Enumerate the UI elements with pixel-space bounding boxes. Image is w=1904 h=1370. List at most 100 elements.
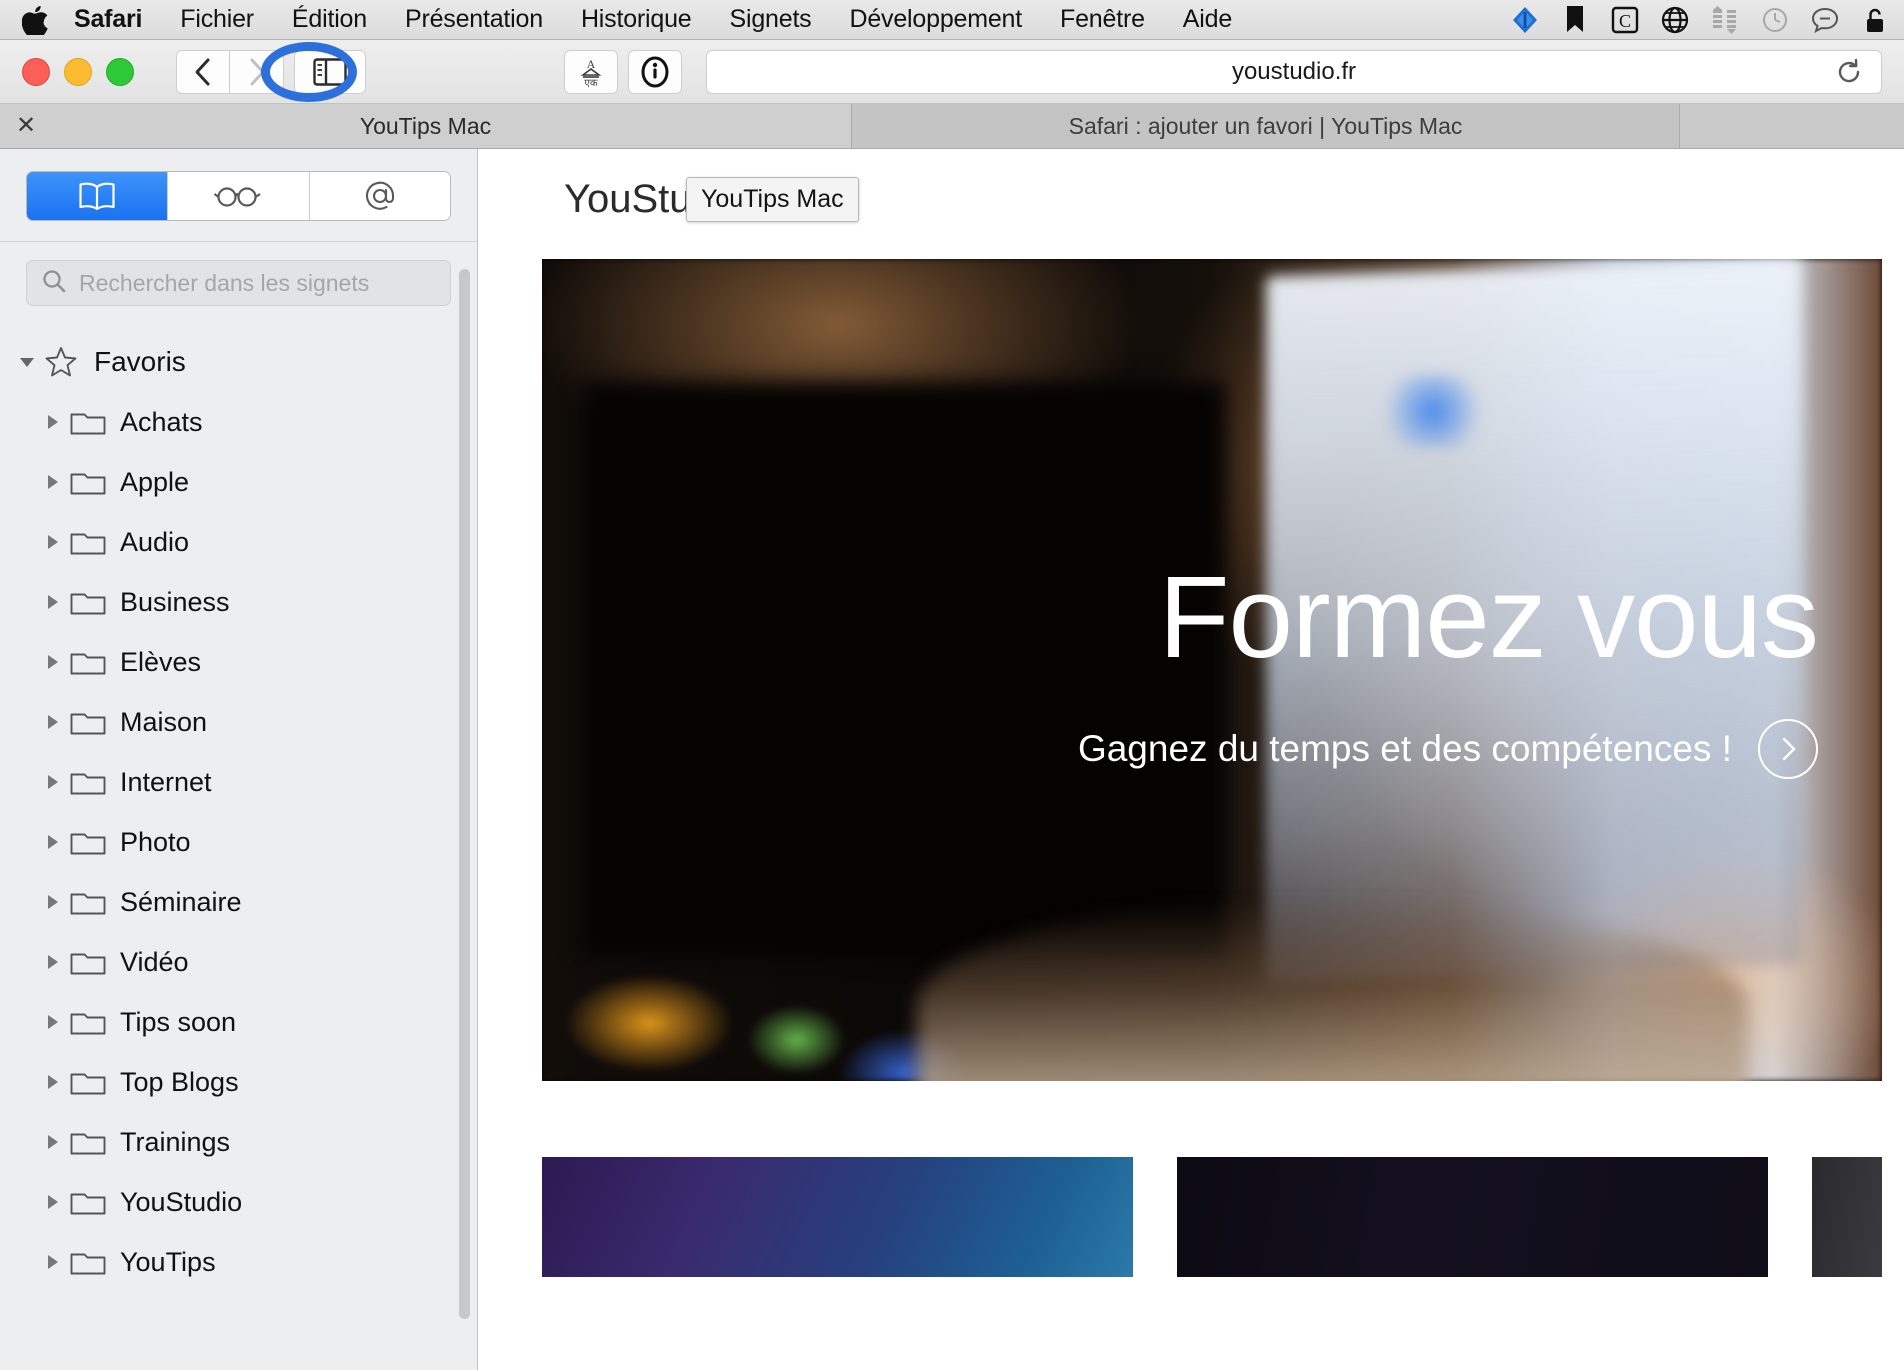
sidebar-scrollbar[interactable] (459, 269, 470, 1319)
dropbox-icon[interactable] (1510, 5, 1540, 35)
window-controls (22, 57, 134, 86)
tree-row-seminaire[interactable]: Séminaire (0, 872, 477, 932)
forward-button[interactable] (230, 49, 284, 94)
zoom-window-button[interactable] (106, 57, 134, 86)
tree-row-internet[interactable]: Internet (0, 752, 477, 812)
tree-label: Maison (120, 706, 208, 737)
card-dark[interactable] (1177, 1157, 1768, 1277)
tree-row-youstudio[interactable]: YouStudio (0, 1172, 477, 1232)
folder-icon (70, 828, 112, 856)
chevron-right-icon[interactable] (40, 1073, 66, 1091)
tree-row-favoris[interactable]: Favoris (0, 332, 477, 392)
tree-row-audio[interactable]: Audio (0, 512, 477, 572)
tree-label: Business (120, 586, 230, 617)
bookmarks-tab[interactable] (27, 172, 169, 220)
transfer-icon[interactable] (1710, 5, 1740, 35)
tree-label: Top Blogs (120, 1066, 239, 1097)
folder-icon (70, 768, 112, 796)
shared-links-tab[interactable] (309, 172, 450, 220)
chevron-right-icon[interactable] (40, 773, 66, 791)
tree-label: Apple (120, 466, 190, 497)
clock-history-icon[interactable] (1760, 5, 1790, 35)
sidebar-toggle-button[interactable] (294, 49, 366, 94)
tree-row-top-blogs[interactable]: Top Blogs (0, 1052, 477, 1112)
menu-item-aide[interactable]: Aide (1183, 5, 1232, 34)
reader-privacy-icon[interactable] (628, 49, 682, 94)
chevron-right-icon[interactable] (40, 473, 66, 491)
chevron-right-icon[interactable] (40, 1013, 66, 1031)
sidebar-segmented-control-wrapper (0, 149, 477, 242)
chevron-right-icon[interactable] (40, 893, 66, 911)
folder-icon (70, 948, 112, 976)
search-input[interactable]: Rechercher dans les signets (26, 260, 451, 306)
menu-item-historique[interactable]: Historique (581, 5, 692, 34)
sidebar-segmented-control (26, 171, 451, 221)
close-window-button[interactable] (22, 57, 50, 86)
site-header: YouStudio F YouTips Mac (478, 149, 1904, 249)
chevron-right-icon[interactable] (40, 653, 66, 671)
hero-screen-blue-glow (1372, 374, 1494, 449)
chevron-right-icon[interactable] (40, 953, 66, 971)
menu-item-fichier[interactable]: Fichier (180, 5, 254, 34)
tree-label: Vidéo (120, 946, 189, 977)
tree-label: YouStudio (120, 1186, 243, 1217)
apple-logo-icon[interactable] (22, 5, 48, 35)
tab-safari-ajouter-un-favori[interactable]: Safari : ajouter un favori | YouTips Mac (852, 104, 1680, 148)
menu-item-signets[interactable]: Signets (730, 5, 812, 34)
chevron-right-icon[interactable] (40, 833, 66, 851)
toolbar-extras: A एक (564, 49, 692, 94)
tree-row-eleves[interactable]: Elèves (0, 632, 477, 692)
reading-list-tab[interactable] (168, 172, 310, 220)
lock-open-icon[interactable] (1860, 5, 1890, 35)
chevron-right-icon[interactable] (40, 533, 66, 551)
close-icon[interactable]: ✕ (16, 114, 36, 138)
menu-item-presentation[interactable]: Présentation (405, 5, 543, 34)
navigation-buttons (176, 49, 284, 94)
card-edge[interactable] (1812, 1157, 1882, 1277)
tab-bar-empty-area (1680, 104, 1904, 148)
chevron-right-icon[interactable] (40, 713, 66, 731)
tree-row-video[interactable]: Vidéo (0, 932, 477, 992)
tree-label: Photo (120, 826, 191, 857)
tree-row-business[interactable]: Business (0, 572, 477, 632)
globe-icon[interactable] (1660, 5, 1690, 35)
bookmark-icon[interactable] (1560, 5, 1590, 35)
menu-item-edition[interactable]: Édition (292, 5, 367, 34)
tab-youtips-mac[interactable]: ✕ YouTips Mac (0, 104, 852, 148)
menu-item-safari[interactable]: Safari (74, 5, 142, 34)
chevron-right-icon[interactable] (40, 1133, 66, 1151)
card-purple[interactable] (542, 1157, 1133, 1277)
sidebar-toggle-wrapper (261, 41, 366, 102)
tree-row-trainings[interactable]: Trainings (0, 1112, 477, 1172)
tree-row-apple[interactable]: Apple (0, 452, 477, 512)
book-icon (77, 182, 117, 210)
chevron-right-icon[interactable] (40, 413, 66, 431)
chevron-right-icon[interactable] (40, 1253, 66, 1271)
macos-menu-bar: Safari Fichier Édition Présentation Hist… (0, 0, 1904, 40)
minimize-window-button[interactable] (64, 57, 92, 86)
folder-icon (70, 888, 112, 916)
translate-icon[interactable]: A एक (564, 49, 618, 94)
hero-banner[interactable]: Formez vous Gagnez du temps et des compé… (542, 259, 1882, 1081)
chevron-right-icon[interactable] (40, 1193, 66, 1211)
hero-headline: Formez vous (1158, 552, 1819, 682)
chevron-right-circle-icon[interactable] (1758, 719, 1818, 779)
reload-button[interactable] (1835, 58, 1863, 86)
menu-item-developpement[interactable]: Développement (850, 5, 1023, 34)
tab-label: YouTips Mac (359, 112, 492, 139)
chevron-right-icon[interactable] (40, 593, 66, 611)
copy-clip-icon[interactable]: C (1610, 5, 1640, 35)
chevron-down-icon[interactable] (14, 352, 40, 372)
tree-row-tips-soon[interactable]: Tips soon (0, 992, 477, 1052)
tab-bar: ✕ YouTips Mac Safari : ajouter un favori… (0, 104, 1904, 149)
back-button[interactable] (176, 49, 230, 94)
tree-row-youtips[interactable]: YouTips (0, 1232, 477, 1292)
menu-item-fenetre[interactable]: Fenêtre (1060, 5, 1145, 34)
tree-row-photo[interactable]: Photo (0, 812, 477, 872)
tree-row-maison[interactable]: Maison (0, 692, 477, 752)
address-bar[interactable]: youstudio.fr (706, 49, 1882, 94)
chat-bubble-icon[interactable] (1810, 5, 1840, 35)
browser-toolbar: A एक youstudio.fr (0, 40, 1904, 104)
tree-row-achats[interactable]: Achats (0, 392, 477, 452)
folder-icon (70, 1248, 112, 1276)
